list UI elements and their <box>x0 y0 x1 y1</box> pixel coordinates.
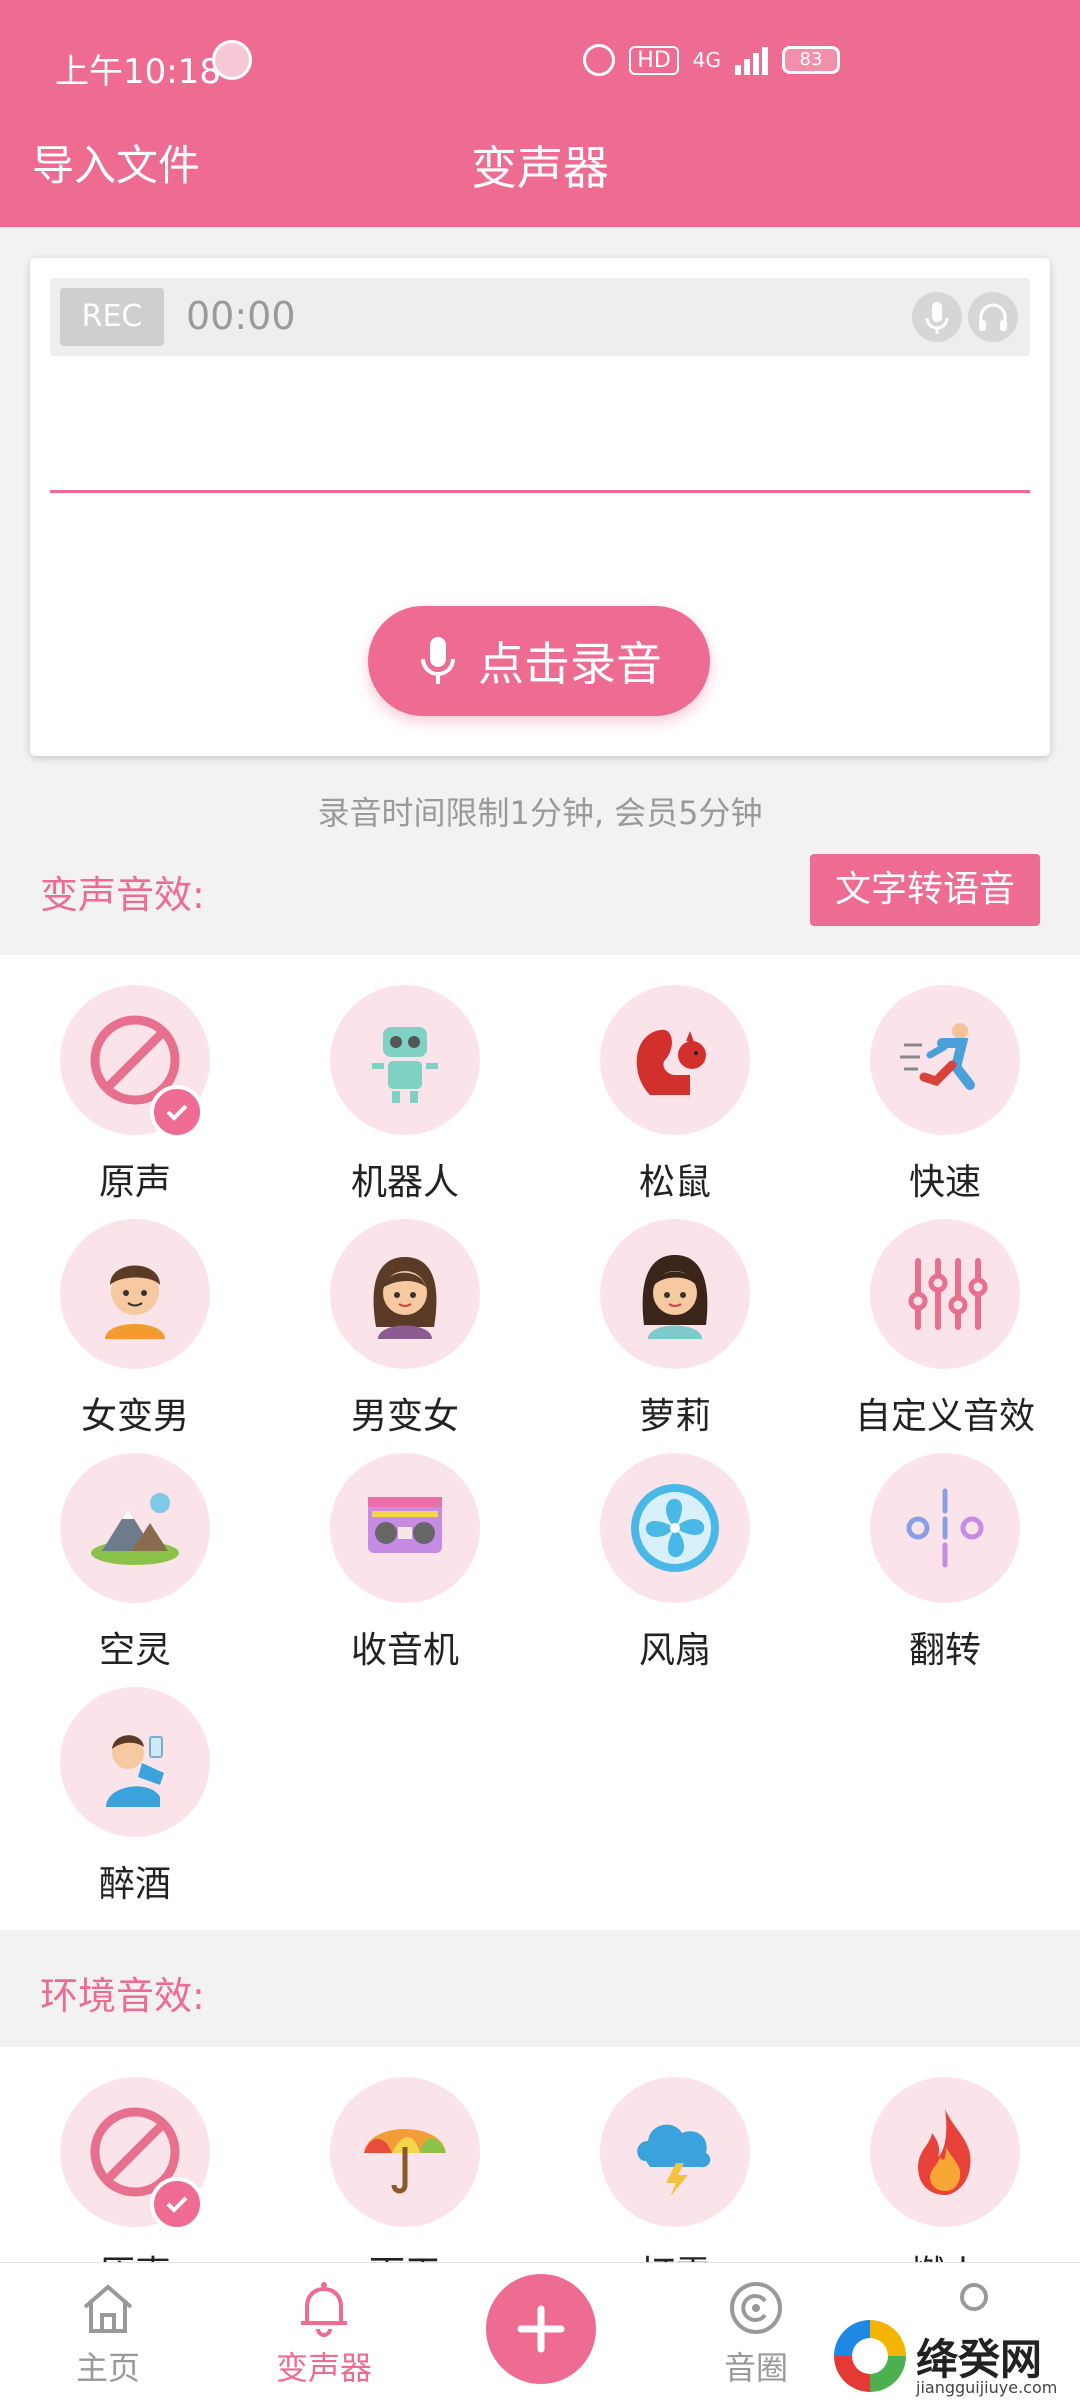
fan-icon <box>600 1453 750 1603</box>
recorder-card: REC 00:00 点击录音 <box>30 258 1050 756</box>
nav-sound-circle[interactable]: 音圈 <box>686 2263 826 2400</box>
battery-icon: 83 <box>782 46 840 74</box>
effect-label: 打雷 <box>540 2245 810 2263</box>
status-icons: HD 4G 83 <box>583 44 840 76</box>
recording-status-bar: REC 00:00 <box>50 278 1030 356</box>
effect-fast[interactable]: 快速 <box>810 985 1080 1219</box>
effect-label: 快速 <box>908 1162 981 1203</box>
fire-icon <box>870 2077 1020 2227</box>
effect-custom[interactable]: 自定义音效 <box>810 1219 1080 1453</box>
hd-badge: HD <box>629 45 679 75</box>
text-to-speech-button[interactable]: 文字转语音 <box>810 854 1040 926</box>
effect-label: 醉酒 <box>98 1864 171 1905</box>
voice-effects-grid: 原声 机器人 松鼠 快速 女变男 男变女 萝莉 自定义音效 空灵 收音机 风扇 … <box>0 955 1080 1930</box>
environment-effects-grid: 原声 雨天 打雷 燃火 <box>0 2047 1080 2263</box>
record-button[interactable]: 点击录音 <box>368 606 710 716</box>
env-effect-thunder[interactable]: 打雷 <box>540 2077 810 2263</box>
selected-check-icon <box>150 2177 204 2231</box>
microphone-icon <box>421 637 455 684</box>
effect-male-to-female[interactable]: 男变女 <box>270 1219 540 1453</box>
watermark-logo-icon <box>834 2320 906 2392</box>
equalizer-sliders-icon <box>870 1219 1020 1369</box>
effect-female-to-male[interactable]: 女变男 <box>0 1219 270 1453</box>
effect-label: 原声 <box>0 2245 270 2263</box>
effect-robot[interactable]: 机器人 <box>270 985 540 1219</box>
nav-home[interactable]: 主页 <box>38 2263 178 2400</box>
effect-loli[interactable]: 萝莉 <box>540 1219 810 1453</box>
radio-icon <box>330 1453 480 1603</box>
effect-label: 松鼠 <box>638 1162 711 1203</box>
watermark-url: jiangguijiuye.com <box>916 2378 1058 2397</box>
recording-timer: 00:00 <box>186 294 296 338</box>
selected-check-icon <box>150 1085 204 1139</box>
nav-label: 音圈 <box>723 2349 788 2387</box>
thunder-cloud-icon <box>600 2077 750 2227</box>
mountain-landscape-icon <box>60 1453 210 1603</box>
effect-label: 男变女 <box>350 1396 459 1437</box>
headphones-icon[interactable] <box>968 292 1018 342</box>
effect-label: 燃火 <box>810 2245 1080 2263</box>
microphone-icon[interactable] <box>912 292 962 342</box>
waveform-baseline <box>50 490 1030 493</box>
effect-label: 雨天 <box>270 2245 540 2263</box>
nav-label: 变声器 <box>275 2349 372 2387</box>
effect-label: 机器人 <box>350 1162 459 1203</box>
env-effect-rain[interactable]: 雨天 <box>270 2077 540 2263</box>
network-type: 4G <box>692 48 721 72</box>
app-header: 上午10:18 HD 4G 83 导入文件 变声器 <box>0 0 1080 227</box>
effect-drunk[interactable]: 醉酒 <box>0 1687 270 1921</box>
status-bar: 上午10:18 HD 4G 83 <box>0 0 1080 120</box>
sound-circle-icon <box>730 2282 782 2334</box>
effect-original[interactable]: 原声 <box>0 985 270 1219</box>
reverse-icon <box>870 1453 1020 1603</box>
effect-label: 空灵 <box>98 1630 171 1671</box>
rec-badge: REC <box>60 288 164 346</box>
record-button-label: 点击录音 <box>478 637 662 691</box>
page-title: 变声器 <box>471 141 609 195</box>
environment-effects-title: 环境音效: <box>40 1974 205 2018</box>
effect-label: 萝莉 <box>638 1396 711 1437</box>
effect-squirrel[interactable]: 松鼠 <box>540 985 810 1219</box>
signal-icon <box>735 45 768 75</box>
record-limit-hint: 录音时间限制1分钟, 会员5分钟 <box>317 794 763 832</box>
effect-label: 收音机 <box>350 1630 459 1671</box>
bell-icon <box>301 2282 347 2337</box>
effect-reverse[interactable]: 翻转 <box>810 1453 1080 1687</box>
boy-face-icon <box>60 1219 210 1369</box>
effect-label: 自定义音效 <box>854 1396 1035 1437</box>
effect-fan[interactable]: 风扇 <box>540 1453 810 1687</box>
site-watermark: 绛癸网 jiangguijiuye.com <box>820 2320 1080 2400</box>
voice-effects-title: 变声音效: <box>40 873 205 917</box>
woman-face-icon <box>330 1219 480 1369</box>
env-effect-original[interactable]: 原声 <box>0 2077 270 2263</box>
effect-ethereal[interactable]: 空灵 <box>0 1453 270 1687</box>
effect-label: 女变男 <box>80 1396 189 1437</box>
drinking-man-icon <box>60 1687 210 1837</box>
running-man-icon <box>870 985 1020 1135</box>
squirrel-icon <box>600 985 750 1135</box>
umbrella-icon <box>330 2077 480 2227</box>
girl-face-icon <box>600 1219 750 1369</box>
plus-icon <box>517 2305 565 2353</box>
nav-voice-changer[interactable]: 变声器 <box>254 2263 394 2400</box>
home-icon <box>83 2284 133 2333</box>
env-effect-fire[interactable]: 燃火 <box>810 2077 1080 2263</box>
robot-icon <box>330 985 480 1135</box>
effect-label: 翻转 <box>908 1630 981 1671</box>
owl-notification-icon <box>212 40 252 80</box>
effect-label: 风扇 <box>638 1630 711 1671</box>
alarm-icon <box>583 44 616 76</box>
effect-label: 原声 <box>98 1162 171 1203</box>
nav-label: 主页 <box>75 2349 140 2387</box>
add-button[interactable] <box>486 2274 596 2384</box>
effect-radio[interactable]: 收音机 <box>270 1453 540 1687</box>
status-time: 上午10:18 <box>55 52 221 92</box>
